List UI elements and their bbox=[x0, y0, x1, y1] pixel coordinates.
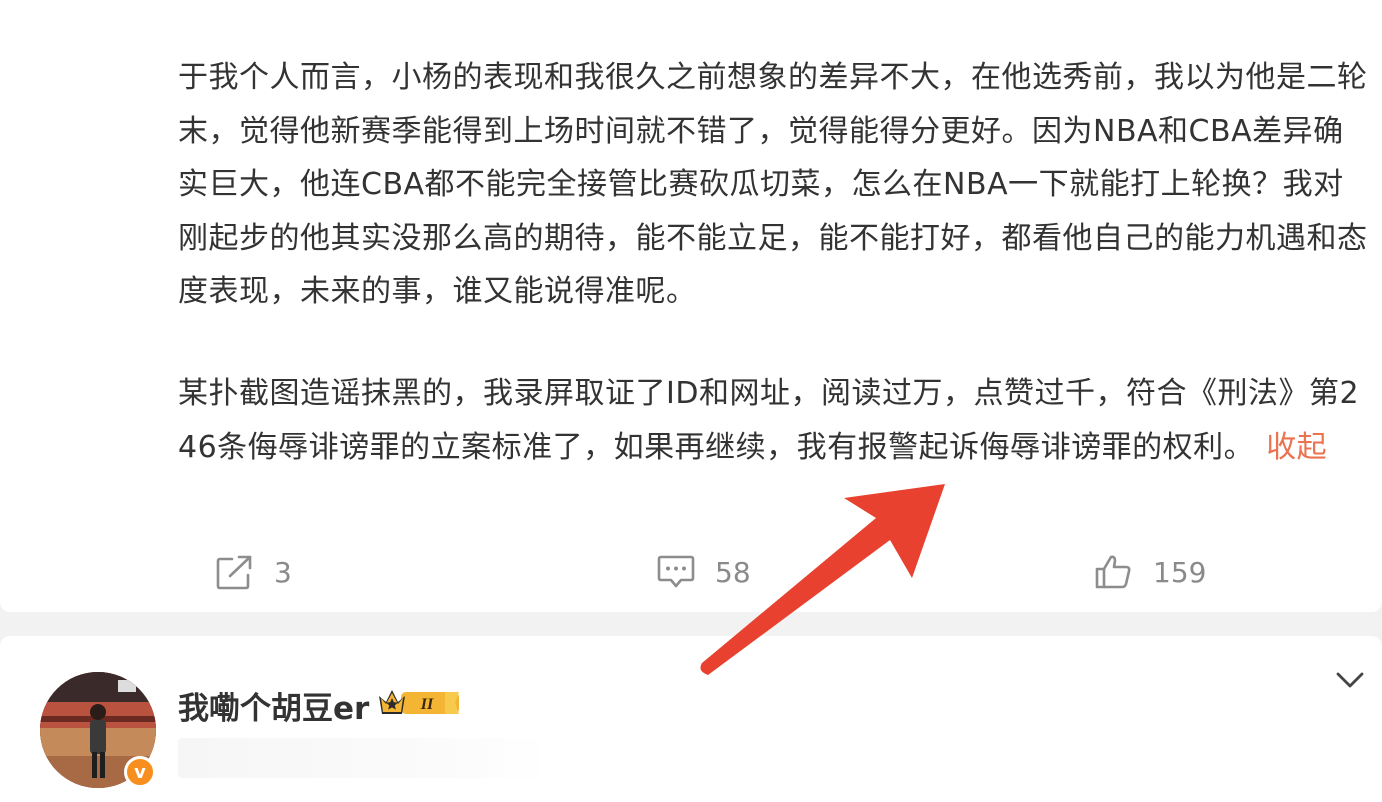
comment-count: 58 bbox=[715, 555, 751, 589]
vip-level: II bbox=[420, 696, 434, 713]
thumbs-up-icon bbox=[1095, 554, 1133, 590]
comment-icon bbox=[657, 554, 695, 590]
collapse-link[interactable]: 收起 bbox=[1266, 430, 1327, 465]
post-action-bar: 3 58 159 bbox=[0, 548, 1382, 596]
repost-button[interactable]: 3 bbox=[216, 548, 292, 596]
post-text-2: 某扑截图造谣抹黑的，我录屏取证了ID和网址，阅读过万，点赞过千，符合《刑法》第2… bbox=[178, 376, 1360, 465]
post-text-paragraph-2: 某扑截图造谣抹黑的，我录屏取证了ID和网址，阅读过万，点赞过千，符合《刑法》第2… bbox=[178, 367, 1373, 474]
share-icon bbox=[216, 554, 254, 590]
username-row: 我嘞个胡豆er II bbox=[178, 683, 461, 727]
crown-vip-icon[interactable]: II bbox=[377, 686, 461, 724]
like-button[interactable]: 159 bbox=[1095, 548, 1206, 596]
repost-count: 3 bbox=[274, 555, 292, 589]
post-card: 于我个人而言，小杨的表现和我很久之前想象的差异不大，在他选秀前，我以为他是二轮末… bbox=[0, 0, 1382, 612]
post-text-paragraph-1: 于我个人而言，小杨的表现和我很久之前想象的差异不大，在他选秀前，我以为他是二轮末… bbox=[178, 51, 1373, 319]
chevron-down-icon[interactable] bbox=[1334, 668, 1366, 692]
post-text-1: 于我个人而言，小杨的表现和我很久之前想象的差异不大，在他选秀前，我以为他是二轮末… bbox=[178, 60, 1368, 309]
username[interactable]: 我嘞个胡豆er bbox=[178, 683, 369, 728]
verified-badge: v bbox=[124, 756, 156, 788]
blurred-post-meta bbox=[178, 738, 550, 778]
next-post-card: v 我嘞个胡豆er II bbox=[0, 636, 1382, 802]
like-count: 159 bbox=[1153, 555, 1207, 589]
comment-button[interactable]: 58 bbox=[657, 548, 751, 596]
